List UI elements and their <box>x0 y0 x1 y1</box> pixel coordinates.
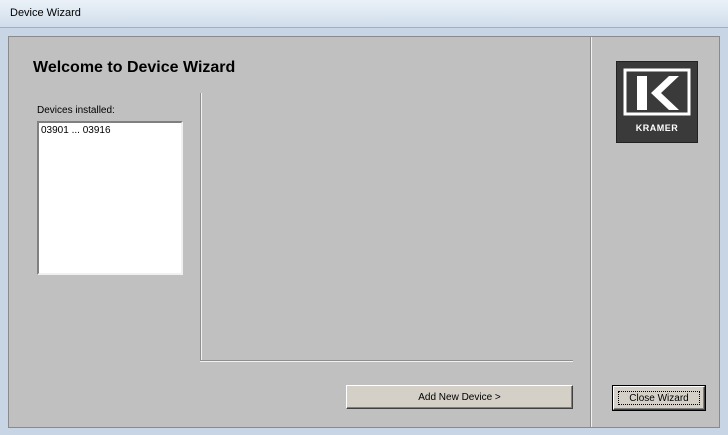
close-wizard-label: Close Wizard <box>629 392 689 404</box>
window-frame: Welcome to Device Wizard Devices install… <box>0 28 728 435</box>
devices-installed-label: Devices installed: <box>37 105 115 116</box>
content-divider-horizontal <box>200 360 573 362</box>
add-new-device-label: Add New Device > <box>418 391 501 403</box>
title-bar[interactable]: Device Wizard <box>0 0 728 28</box>
close-wizard-button[interactable]: Close Wizard <box>612 385 706 411</box>
wizard-panel: Welcome to Device Wizard Devices install… <box>8 36 720 428</box>
kramer-logo: KRAMER <box>616 61 698 143</box>
column-divider <box>590 37 592 427</box>
page-title: Welcome to Device Wizard <box>33 59 236 76</box>
window-title: Device Wizard <box>10 7 81 19</box>
content-divider-vertical <box>200 93 202 361</box>
devices-listbox[interactable]: 03901 ... 03916 <box>37 121 183 275</box>
list-item[interactable]: 03901 ... 03916 <box>41 125 111 136</box>
logo-text: KRAMER <box>635 123 679 133</box>
add-new-device-button[interactable]: Add New Device > <box>346 385 573 409</box>
